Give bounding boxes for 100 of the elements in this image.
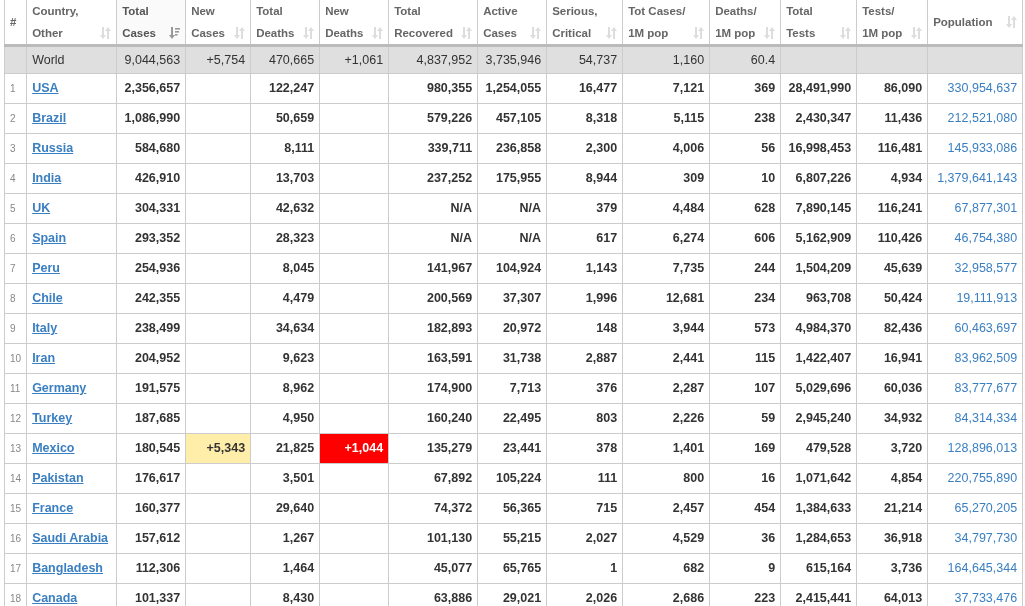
column-header[interactable]: Population — [927, 0, 1023, 46]
row-number: 18 — [4, 583, 27, 606]
table-cell: N/A — [477, 193, 547, 224]
country-link[interactable]: USA — [32, 81, 59, 96]
table-cell: 65,270,205 — [927, 493, 1023, 524]
table-cell: 182,893 — [388, 313, 478, 344]
header-label: Active Cases — [483, 4, 518, 41]
table-cell: 242,355 — [116, 283, 186, 314]
country-link[interactable]: Peru — [32, 261, 60, 276]
table-cell: World — [26, 45, 117, 74]
table-cell: 2,300 — [546, 133, 623, 164]
table-cell: 7,713 — [477, 373, 547, 404]
table-cell: 32,958,577 — [927, 253, 1023, 284]
table-cell: 180,545 — [116, 433, 186, 464]
column-header[interactable]: New Cases — [185, 0, 251, 46]
header-label: # — [10, 15, 17, 30]
table-cell: N/A — [388, 223, 478, 254]
column-header[interactable]: Tot Cases/ 1M pop — [622, 0, 710, 46]
country-link[interactable]: Chile — [32, 291, 63, 306]
sort-icon[interactable] — [911, 27, 923, 39]
table-cell: 3,736 — [856, 553, 928, 584]
table-cell: 84,314,334 — [927, 403, 1023, 434]
table-cell: 3,944 — [622, 313, 710, 344]
country-link[interactable]: UK — [32, 201, 51, 216]
table-cell: 234 — [709, 283, 781, 314]
column-header[interactable]: Serious, Critical — [546, 0, 623, 46]
table-cell: 59 — [709, 403, 781, 434]
header-label: Tests/ 1M pop — [862, 4, 903, 41]
column-header[interactable]: Total Tests — [780, 0, 857, 46]
table-cell: 145,933,086 — [927, 133, 1023, 164]
table-cell: 16,477 — [546, 73, 623, 104]
table-cell: 6,274 — [622, 223, 710, 254]
table-cell: 105,224 — [477, 463, 547, 494]
sort-icon[interactable] — [461, 27, 473, 39]
row-number: 11 — [4, 373, 27, 404]
table-cell: 204,952 — [116, 343, 186, 374]
table-cell: 28,491,990 — [780, 73, 857, 104]
table-cell: 13,703 — [250, 163, 320, 194]
country-link[interactable]: Spain — [32, 231, 67, 246]
sort-icon[interactable] — [234, 27, 246, 39]
table-cell: 1,379,641,143 — [927, 163, 1023, 194]
row-number: 10 — [4, 343, 27, 374]
country-link[interactable]: Brazil — [32, 111, 67, 126]
column-header[interactable]: Deaths/ 1M pop — [709, 0, 781, 46]
sort-icon[interactable] — [372, 27, 384, 39]
table-cell: 16,998,453 — [780, 133, 857, 164]
sort-descending-icon[interactable] — [169, 27, 181, 39]
table-cell: 339,711 — [388, 133, 478, 164]
sort-icon[interactable] — [840, 27, 852, 39]
table-cell: 378 — [546, 433, 623, 464]
table-cell: 45,077 — [388, 553, 478, 584]
table-cell: 176,617 — [116, 463, 186, 494]
table-cell: 20,972 — [477, 313, 547, 344]
sort-icon[interactable] — [530, 27, 542, 39]
column-header[interactable]: New Deaths — [319, 0, 389, 46]
header-label: New Deaths — [325, 4, 364, 41]
table-cell: 36,918 — [856, 523, 928, 554]
table-cell: 2,027 — [546, 523, 623, 554]
column-header[interactable]: Total Deaths — [250, 0, 320, 46]
table-cell: 7,890,145 — [780, 193, 857, 224]
table-cell: 116,241 — [856, 193, 928, 224]
column-header[interactable]: Total Recovered — [388, 0, 478, 46]
country-link[interactable]: India — [32, 171, 62, 186]
column-header[interactable]: Total Cases — [116, 0, 186, 46]
header-label: Country, Other — [32, 4, 79, 41]
table-cell: 1,996 — [546, 283, 623, 314]
table-cell: 2,430,347 — [780, 103, 857, 134]
sort-icon[interactable] — [100, 27, 112, 39]
header-label: Deaths/ 1M pop — [715, 4, 757, 41]
table-cell: 4,837,952 — [388, 45, 478, 74]
sort-icon[interactable] — [606, 27, 618, 39]
table-cell: 74,372 — [388, 493, 478, 524]
table-cell: 45,639 — [856, 253, 928, 284]
table-cell: 606 — [709, 223, 781, 254]
sort-icon[interactable] — [303, 27, 315, 39]
table-cell: 174,900 — [388, 373, 478, 404]
table-cell: 9,623 — [250, 343, 320, 374]
table-cell: 5,029,696 — [780, 373, 857, 404]
table-cell: 4,006 — [622, 133, 710, 164]
table-cell: 141,967 — [388, 253, 478, 284]
column-header[interactable]: Active Cases — [477, 0, 547, 46]
table-cell: 1,267 — [250, 523, 320, 554]
header-label: New Cases — [191, 4, 225, 41]
table-cell: N/A — [388, 193, 478, 224]
table-cell: 164,645,344 — [927, 553, 1023, 584]
table-cell: 254,936 — [116, 253, 186, 284]
column-header[interactable]: Tests/ 1M pop — [856, 0, 928, 46]
table-cell: 980,355 — [388, 73, 478, 104]
sort-icon[interactable] — [1006, 16, 1018, 28]
country-link[interactable]: Iran — [32, 351, 56, 366]
sort-icon[interactable] — [764, 27, 776, 39]
row-number: 4 — [4, 163, 27, 194]
table-cell: 135,279 — [388, 433, 478, 464]
country-link[interactable]: Italy — [32, 321, 58, 336]
table-cell: 37,307 — [477, 283, 547, 314]
table-cell: 101,130 — [388, 523, 478, 554]
sort-icon[interactable] — [693, 27, 705, 39]
row-number: 7 — [4, 253, 27, 284]
column-header[interactable]: Country, Other — [26, 0, 117, 46]
table-cell: 175,955 — [477, 163, 547, 194]
